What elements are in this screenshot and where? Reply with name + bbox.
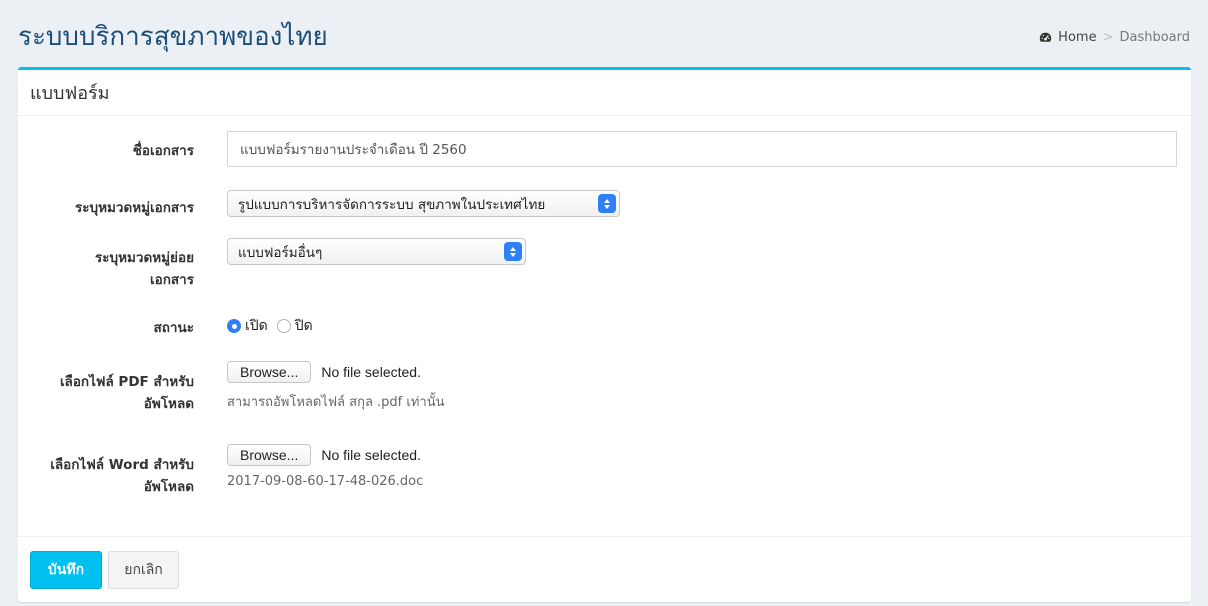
word-file-label-line2: อัพโหลด [143, 479, 194, 495]
word-file-status: No file selected. [321, 447, 421, 463]
category-select[interactable]: รูปแบบการบริหารจัดการระบบ สุขภาพในประเทศ… [227, 190, 620, 217]
subcategory-select[interactable]: แบบฟอร์มอื่นๆ [227, 238, 526, 265]
word-file-label-line1: เลือกไฟล์ Word สำหรับ [50, 457, 194, 473]
subcategory-label: ระบุหมวดหมู่ย่อย เอกสาร [18, 247, 194, 291]
pdf-file-status: No file selected. [321, 364, 421, 380]
select-arrows-icon [504, 242, 522, 261]
breadcrumb-current: Dashboard [1119, 30, 1190, 45]
subcategory-label-line2: เอกสาร [150, 272, 194, 288]
dashboard-icon [1039, 32, 1052, 42]
pdf-file-label-line1: เลือกไฟล์ PDF สำหรับ [59, 374, 194, 390]
word-help-text: 2017-09-08-60-17-48-026.doc [227, 474, 424, 489]
word-browse-button[interactable]: Browse... [227, 444, 312, 466]
status-open-label[interactable]: เปิด [245, 315, 268, 337]
subcategory-label-line1: ระบุหมวดหมู่ย่อย [95, 250, 194, 266]
category-selected-value: รูปแบบการบริหารจัดการระบบ สุขภาพในประเทศ… [238, 196, 546, 213]
status-radio-group: เปิด ปิด [227, 315, 322, 337]
doc-name-label: ชื่อเอกสาร [132, 143, 194, 159]
select-arrows-icon [598, 194, 616, 213]
pdf-file-label-line2: อัพโหลด [143, 396, 194, 412]
cancel-button[interactable]: ยกเลิก [108, 551, 179, 589]
pdf-help-text: สามารถอัพโหลดไฟล์ สกุล .pdf เท่านั้น [227, 395, 445, 410]
content-header: ระบบบริการสุขภาพของไทย Home > Dashboard [18, 14, 1190, 54]
pdf-browse-button[interactable]: Browse... [227, 361, 312, 383]
status-closed-radio[interactable] [276, 319, 291, 333]
pdf-file-label: เลือกไฟล์ PDF สำหรับ อัพโหลด [18, 371, 194, 415]
doc-name-input[interactable]: แบบฟอร์มรายงานประจำเดือน ปี 2560 [227, 131, 1177, 167]
subcategory-selected-value: แบบฟอร์มอื่นๆ [238, 244, 323, 261]
page-title: ระบบบริการสุขภาพของไทย [18, 22, 328, 52]
category-label: ระบุหมวดหมู่เอกสาร [75, 200, 194, 216]
word-file-label: เลือกไฟล์ Word สำหรับ อัพโหลด [18, 454, 194, 498]
breadcrumb-home-link[interactable]: Home [1058, 30, 1096, 45]
save-button[interactable]: บันทึก [30, 551, 102, 589]
breadcrumb: Home > Dashboard [1039, 30, 1190, 45]
box-footer: บันทึก ยกเลิก [18, 536, 1191, 602]
form-box: แบบฟอร์ม ชื่อเอกสาร แบบฟอร์มรายงานประจำเ… [18, 67, 1191, 602]
status-label: สถานะ [153, 320, 194, 336]
box-header: แบบฟอร์ม [18, 70, 1191, 116]
status-open-radio[interactable] [227, 319, 241, 333]
box-title: แบบฟอร์ม [30, 83, 110, 104]
breadcrumb-separator: > [1102, 30, 1114, 45]
status-closed-label[interactable]: ปิด [295, 315, 313, 337]
